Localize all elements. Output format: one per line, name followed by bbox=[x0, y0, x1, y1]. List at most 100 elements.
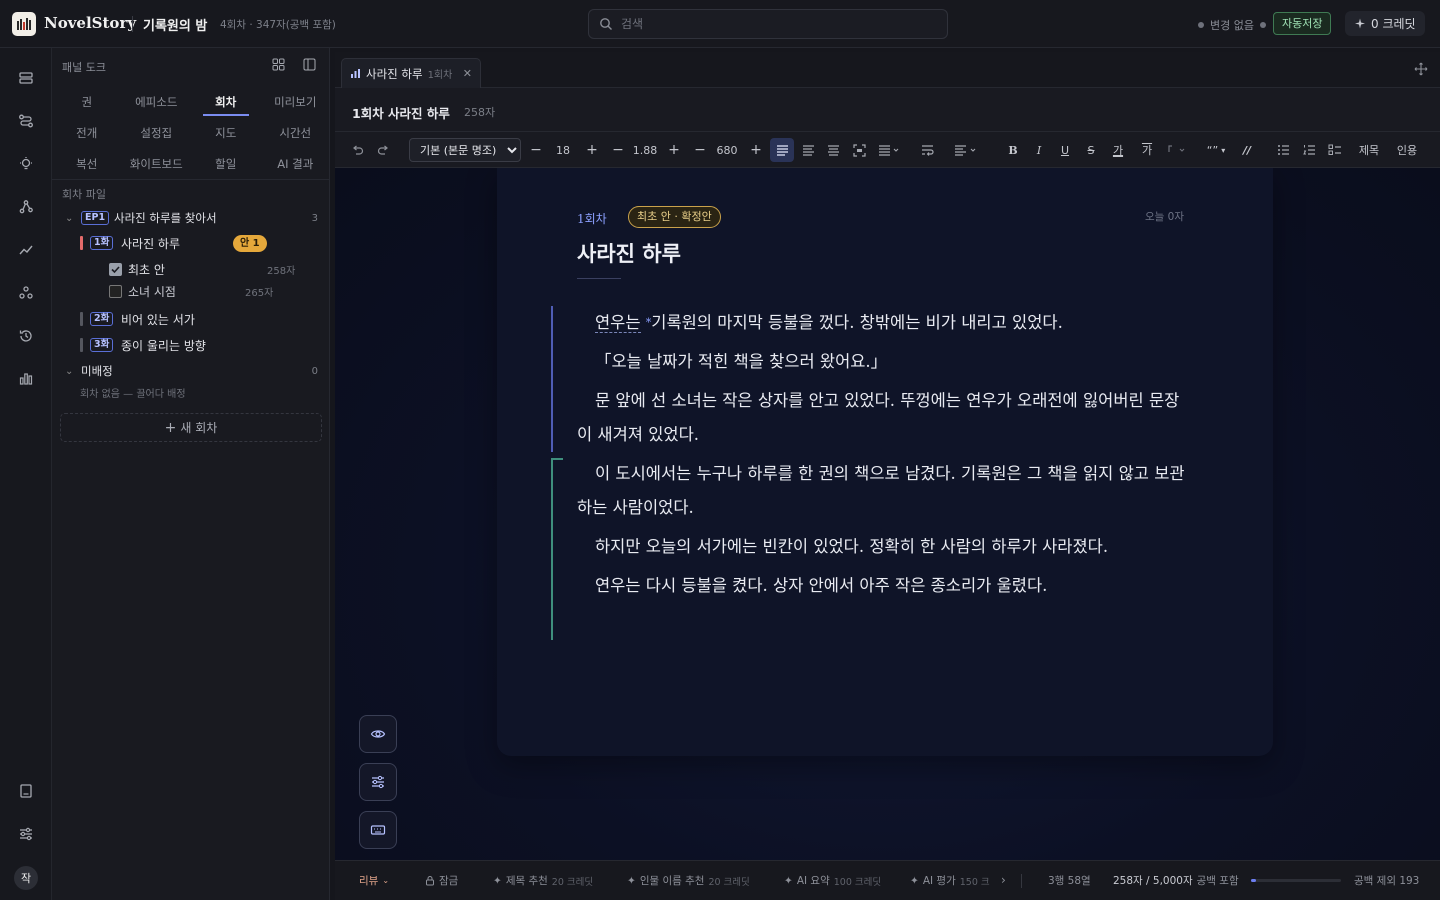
history-icon[interactable] bbox=[16, 326, 36, 346]
chapter-row[interactable]: 3화 종이 울리는 방향 bbox=[52, 334, 330, 356]
emphasis-button[interactable]: 가 bbox=[1136, 132, 1158, 168]
move-icon[interactable] bbox=[1414, 62, 1428, 76]
numbered-list-icon[interactable] bbox=[1299, 132, 1319, 168]
branch-icon[interactable] bbox=[16, 197, 36, 217]
paragraph[interactable]: 「오늘 날짜가 적힌 책을 찾으러 왔어요.」 bbox=[577, 345, 1187, 379]
width-decrease[interactable]: − bbox=[691, 132, 709, 168]
book-icon[interactable] bbox=[16, 781, 36, 801]
ai-names-button[interactable]: ✦ 인물 이름 추천 20 크레딧 bbox=[627, 873, 750, 888]
chapter-row[interactable]: 2화 비어 있는 서가 bbox=[52, 308, 330, 330]
keyboard-button[interactable] bbox=[359, 811, 397, 849]
bracket-menu-icon[interactable] bbox=[1165, 132, 1191, 168]
line-height-increase[interactable]: + bbox=[665, 132, 683, 168]
manuscript-page[interactable]: 1회차 최초 안 · 확정안 오늘 0자 사라진 하루 연우는 *기록원의 마지… bbox=[497, 168, 1273, 756]
draft-checkbox[interactable] bbox=[109, 263, 122, 276]
bold-button[interactable]: B bbox=[1003, 132, 1023, 168]
tab-whiteboard[interactable]: 화이트보드 bbox=[122, 148, 192, 179]
width-increase[interactable]: + bbox=[747, 132, 765, 168]
chapter-heading[interactable]: 사라진 하루 bbox=[577, 238, 681, 268]
line-height-value[interactable]: 1.88 bbox=[631, 132, 659, 168]
plus-icon: + bbox=[164, 419, 177, 436]
search-input[interactable] bbox=[621, 16, 921, 32]
tab-preview[interactable]: 미리보기 bbox=[261, 86, 331, 117]
autosave-badge[interactable]: 자동저장 bbox=[1273, 12, 1332, 35]
chevron-right-icon[interactable]: › bbox=[1001, 873, 1006, 887]
tab-todo[interactable]: 할일 bbox=[191, 148, 261, 179]
font-size-decrease[interactable]: − bbox=[527, 132, 545, 168]
width-value[interactable]: 680 bbox=[713, 132, 741, 168]
bullet-list-icon[interactable] bbox=[1273, 132, 1293, 168]
dialogue-button[interactable]: // bbox=[1237, 132, 1257, 168]
trend-icon[interactable] bbox=[16, 240, 36, 260]
stats-icon[interactable] bbox=[16, 369, 36, 389]
tab-volume[interactable]: 권 bbox=[52, 86, 122, 117]
draft-row[interactable]: 소녀 시점 265자 bbox=[52, 280, 330, 302]
paragraph-spacing-icon[interactable] bbox=[875, 132, 903, 168]
wrap-icon[interactable] bbox=[917, 132, 937, 168]
tab-foreshadow[interactable]: 복선 bbox=[52, 148, 122, 179]
eye-button[interactable] bbox=[359, 715, 397, 753]
italic-button[interactable]: I bbox=[1029, 132, 1049, 168]
panel-toggle-icon[interactable] bbox=[303, 58, 316, 71]
fullwidth-icon[interactable] bbox=[849, 132, 869, 168]
chapter-row[interactable]: 1화 사라진 하루 안 1 bbox=[52, 232, 330, 254]
tab-chapter[interactable]: 회차 bbox=[191, 86, 261, 117]
tab-map[interactable]: 지도 bbox=[191, 117, 261, 148]
paragraph[interactable]: 하지만 오늘의 서가에는 빈칸이 있었다. 정확히 한 사람의 하루가 사라졌다… bbox=[577, 530, 1187, 564]
draft-status-badge[interactable]: 최초 안 · 확정안 bbox=[628, 206, 721, 228]
document-tab[interactable]: 사라진 하루 1회차 ✕ bbox=[341, 58, 481, 88]
tab-timeline[interactable]: 시간선 bbox=[261, 117, 331, 148]
layers-icon[interactable] bbox=[16, 68, 36, 88]
highlighted-word[interactable]: 연우는 bbox=[595, 313, 641, 333]
credit-button[interactable]: 0 크레딧 bbox=[1345, 11, 1425, 36]
undo-icon[interactable] bbox=[347, 132, 367, 168]
tab-plot[interactable]: 전개 bbox=[52, 117, 122, 148]
settings-sliders-icon[interactable] bbox=[16, 824, 36, 844]
checklist-icon[interactable] bbox=[1325, 132, 1345, 168]
font-size-increase[interactable]: + bbox=[583, 132, 601, 168]
font-size-value[interactable]: 18 bbox=[551, 132, 575, 168]
underline-button[interactable]: U bbox=[1055, 132, 1075, 168]
tab-episode[interactable]: 에피소드 bbox=[122, 86, 192, 117]
route-icon[interactable] bbox=[16, 111, 36, 131]
ai-summary-button[interactable]: ✦ AI 요약 100 크레딧 bbox=[784, 873, 881, 888]
paragraph[interactable]: 문 앞에 선 소녀는 작은 상자를 안고 있었다. 뚜껑에는 연우가 오래전에 … bbox=[577, 384, 1187, 452]
paragraph[interactable]: 연우는 다시 등불을 켰다. 상자 안에서 아주 작은 종소리가 울렸다. bbox=[577, 569, 1187, 603]
quote-mark-button[interactable]: “” ▾ bbox=[1201, 132, 1231, 168]
align-justify-icon[interactable] bbox=[798, 132, 818, 168]
lightbulb-icon[interactable] bbox=[16, 154, 36, 174]
tab-ai-results[interactable]: AI 결과 bbox=[261, 148, 331, 179]
paragraph[interactable]: 연우는 *기록원의 마지막 등불을 껐다. 창밖에는 비가 내리고 있었다. bbox=[577, 306, 1187, 340]
app-logo[interactable] bbox=[12, 12, 36, 36]
episode-row[interactable]: ⌄ EP1 사라진 하루를 찾아서 3 bbox=[52, 207, 330, 229]
cite-button[interactable]: 인용 bbox=[1393, 132, 1421, 168]
chevron-down-icon[interactable]: ⌄ bbox=[65, 213, 73, 224]
redo-icon[interactable] bbox=[373, 132, 393, 168]
avatar[interactable]: 작 bbox=[14, 866, 38, 890]
draft-checkbox[interactable] bbox=[109, 285, 122, 298]
text-align-menu-icon[interactable] bbox=[951, 132, 983, 168]
chevron-down-icon[interactable]: ⌄ bbox=[65, 366, 73, 377]
paragraph[interactable]: 이 도시에서는 누구나 하루를 한 권의 책으로 남겼다. 기록원은 그 책을 … bbox=[577, 457, 1187, 525]
close-icon[interactable]: ✕ bbox=[463, 67, 472, 80]
ai-eval-button[interactable]: ✦ AI 평가 150 크 bbox=[910, 873, 990, 888]
unassigned-row[interactable]: ⌄ 미배정 0 bbox=[52, 360, 330, 382]
ruby-button[interactable]: 가 bbox=[1108, 132, 1128, 168]
lock-button[interactable]: 잠금 bbox=[425, 873, 458, 888]
align-center-icon[interactable] bbox=[823, 132, 843, 168]
adjust-button[interactable] bbox=[359, 763, 397, 801]
draft-row[interactable]: 최초 안 258자 bbox=[52, 258, 330, 280]
project-title[interactable]: 기록원의 밤 bbox=[143, 15, 207, 34]
review-menu[interactable]: 리뷰 ⌄ bbox=[359, 873, 389, 888]
strike-button[interactable]: S bbox=[1081, 132, 1101, 168]
tab-settings-book[interactable]: 설정집 bbox=[122, 117, 192, 148]
search-box[interactable] bbox=[588, 9, 948, 39]
line-height-decrease[interactable]: − bbox=[609, 132, 627, 168]
ai-title-button[interactable]: ✦ 제목 추천 20 크레딧 bbox=[493, 873, 593, 888]
grid-icon[interactable] bbox=[272, 58, 285, 71]
font-select[interactable]: 기본 (본문 명조) bbox=[409, 138, 521, 162]
align-left-icon[interactable] bbox=[770, 138, 794, 162]
characters-icon[interactable] bbox=[16, 283, 36, 303]
heading-button[interactable]: 제목 bbox=[1355, 132, 1383, 168]
new-chapter-button[interactable]: + 새 회차 bbox=[60, 413, 322, 442]
